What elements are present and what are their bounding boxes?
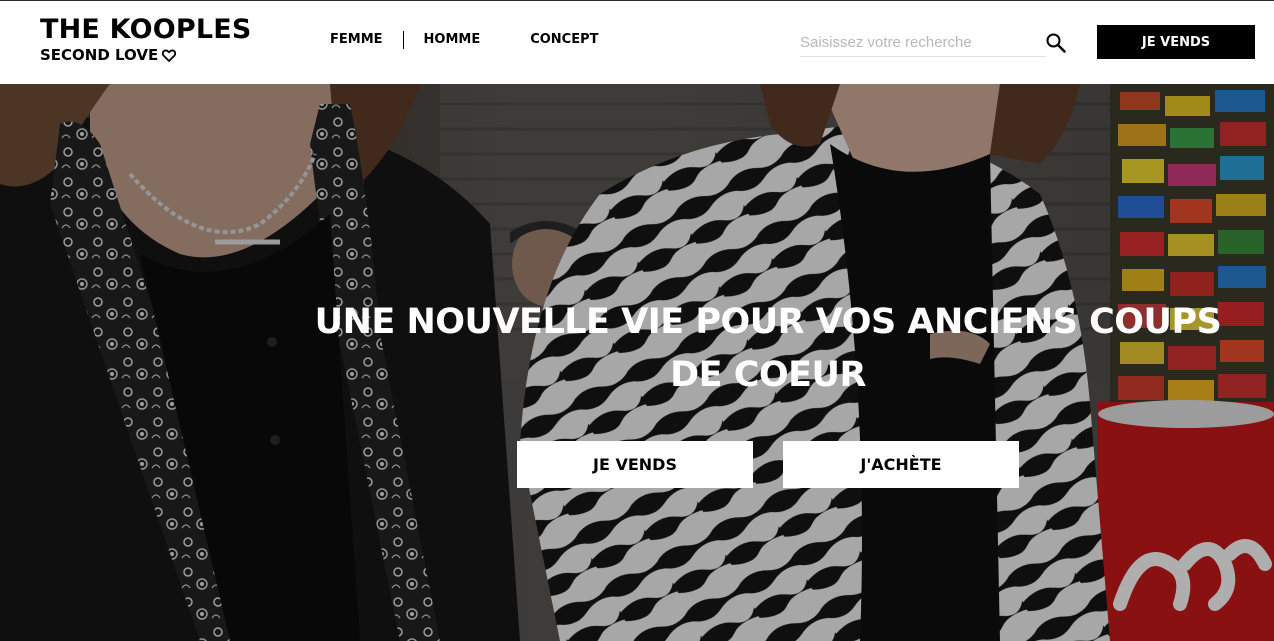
hero-sell-button[interactable]: JE VENDS (517, 441, 753, 488)
site-header: THE KOOPLES SECOND LOVE FEMME HOMME CONC… (0, 1, 1274, 84)
nav-item-concept[interactable]: CONCEPT (530, 31, 598, 49)
brand-logo[interactable]: THE KOOPLES SECOND LOVE (40, 14, 252, 65)
search-input[interactable] (800, 31, 1030, 53)
brand-name: THE KOOPLES (40, 14, 252, 45)
main-nav: FEMME HOMME CONCEPT (330, 31, 599, 49)
header-sell-button[interactable]: JE VENDS (1097, 25, 1255, 59)
heart-icon (162, 49, 177, 62)
hero-buy-button[interactable]: J'ACHÈTE (783, 441, 1019, 488)
nav-item-femme[interactable]: FEMME (330, 31, 383, 49)
hero-title: UNE NOUVELLE VIE POUR VOS ANCIENS COUPS … (314, 302, 1222, 395)
brand-tagline-row: SECOND LOVE (40, 46, 252, 64)
brand-tagline: SECOND LOVE (40, 46, 159, 64)
nav-item-homme[interactable]: HOMME (424, 31, 481, 49)
nav-divider (402, 31, 404, 49)
search-icon[interactable] (1045, 32, 1067, 54)
search-bar (800, 31, 1046, 57)
hero-banner: UNE NOUVELLE VIE POUR VOS ANCIENS COUPS … (0, 84, 1274, 641)
